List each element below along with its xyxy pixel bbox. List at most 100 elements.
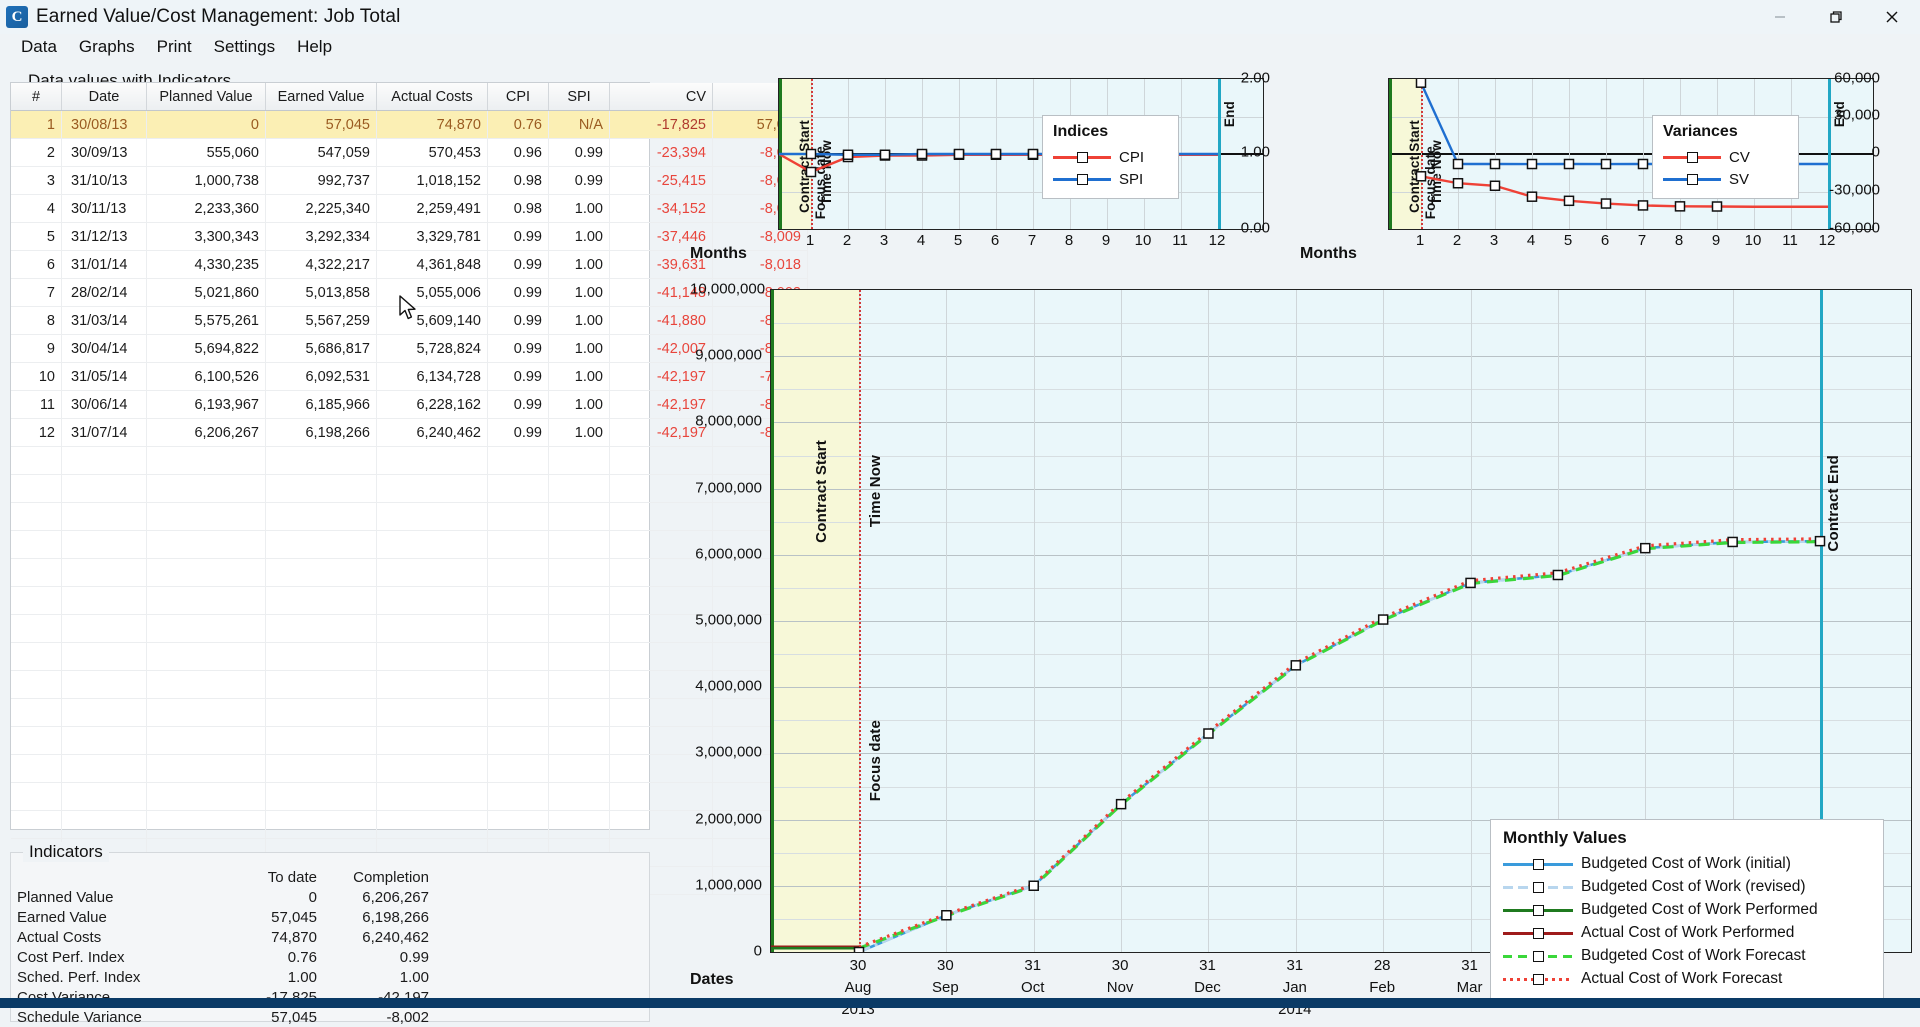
cell-cpi: 0.99 [488, 251, 549, 279]
table-row-empty[interactable] [11, 671, 808, 699]
table-row-empty[interactable] [11, 447, 808, 475]
table-row[interactable]: 230/09/13555,060547,059570,4530.960.99-2… [11, 139, 808, 167]
cell-date: 30/11/13 [62, 195, 147, 223]
cell-date: 30/04/14 [62, 335, 147, 363]
window-controls [1752, 0, 1920, 34]
cell-empty [62, 475, 147, 503]
legend-label: Budgeted Cost of Work (initial) [1581, 855, 1791, 873]
legend-item-sv[interactable]: SV [1663, 168, 1788, 190]
cell-date: 31/12/13 [62, 223, 147, 251]
legend-item-3[interactable]: Actual Cost of Work Performed [1503, 921, 1871, 944]
table-row[interactable]: 1231/07/146,206,2676,198,2666,240,4620.9… [11, 419, 808, 447]
cell-empty [11, 503, 62, 531]
legend-item-4[interactable]: Budgeted Cost of Work Forecast [1503, 944, 1871, 967]
table-row-empty[interactable] [11, 559, 808, 587]
column-header-actual-costs[interactable]: Actual Costs [377, 83, 488, 111]
column-header-spi[interactable]: SPI [549, 83, 610, 111]
indicator-label: Schedule Variance [17, 1007, 213, 1027]
main-ytick: 8,000,000 [690, 413, 762, 430]
cell-empty [266, 447, 377, 475]
cell-empty [377, 643, 488, 671]
indicator-to_date: 1.00 [213, 967, 317, 987]
table-row[interactable]: 728/02/145,021,8605,013,8585,055,0060.99… [11, 279, 808, 307]
legend-label: Actual Cost of Work Forecast [1581, 970, 1782, 988]
cell-empty [266, 531, 377, 559]
table-row[interactable]: 130/08/13057,04574,8700.76N/A-17,82557,0… [11, 111, 808, 139]
table-row-empty[interactable] [11, 755, 808, 783]
legend-item-spi[interactable]: SPI [1053, 168, 1168, 190]
table-row-empty[interactable] [11, 475, 808, 503]
table-row-empty[interactable] [11, 811, 808, 839]
table-row-empty[interactable] [11, 615, 808, 643]
cell-empty [62, 643, 147, 671]
table-row[interactable]: 1130/06/146,193,9676,185,9666,228,1620.9… [11, 391, 808, 419]
cell-ac: 3,329,781 [377, 223, 488, 251]
variances-ytick: 0 [1800, 144, 1880, 161]
table-row-empty[interactable] [11, 587, 808, 615]
xtick-day: 30 [932, 955, 959, 977]
data-grid[interactable]: # Date Planned Value Earned Value Actual… [10, 82, 650, 830]
legend-label-spi: SPI [1119, 171, 1143, 188]
left-panel: Data values with Indicators # Date Plann… [10, 66, 650, 1022]
table-row[interactable]: 831/03/145,575,2615,567,2595,609,1400.99… [11, 307, 808, 335]
legend-item-5[interactable]: Actual Cost of Work Forecast [1503, 967, 1871, 990]
cell-pv: 555,060 [147, 139, 266, 167]
column-header-date[interactable]: Date [62, 83, 147, 111]
table-row-empty[interactable] [11, 783, 808, 811]
cell-empty [488, 559, 549, 587]
data-table: # Date Planned Value Earned Value Actual… [11, 83, 808, 895]
cell-idx: 4 [11, 195, 62, 223]
column-header-earned-value[interactable]: Earned Value [266, 83, 377, 111]
legend-item-2[interactable]: Budgeted Cost of Work Performed [1503, 898, 1871, 921]
xtick-month: Feb [1369, 977, 1395, 999]
cell-pv: 0 [147, 111, 266, 139]
table-row-empty[interactable] [11, 643, 808, 671]
column-header-index[interactable]: # [11, 83, 62, 111]
table-row-empty[interactable] [11, 699, 808, 727]
xtick: 9 [1712, 232, 1720, 249]
cell-empty [11, 755, 62, 783]
menu-item-print[interactable]: Print [146, 36, 203, 58]
legend-item-1[interactable]: Budgeted Cost of Work (revised) [1503, 875, 1871, 898]
indices-ytick: 0.00 [1190, 220, 1270, 237]
column-header-cpi[interactable]: CPI [488, 83, 549, 111]
table-row-empty[interactable] [11, 727, 808, 755]
table-row[interactable]: 430/11/132,233,3602,225,3402,259,4910.98… [11, 195, 808, 223]
cell-pv: 6,193,967 [147, 391, 266, 419]
legend-item-cpi[interactable]: CPI [1053, 146, 1168, 168]
column-header-planned-value[interactable]: Planned Value [147, 83, 266, 111]
xtick: 8 [1065, 232, 1073, 249]
cell-empty [62, 531, 147, 559]
cell-cpi: 0.99 [488, 279, 549, 307]
table-row-empty[interactable] [11, 531, 808, 559]
table-row[interactable]: 331/10/131,000,738992,7371,018,1520.980.… [11, 167, 808, 195]
cell-empty [488, 503, 549, 531]
menu-item-help[interactable]: Help [286, 36, 343, 58]
table-row[interactable]: 531/12/133,300,3433,292,3343,329,7810.99… [11, 223, 808, 251]
restore-icon[interactable] [1808, 0, 1864, 34]
legend-item-cv[interactable]: CV [1663, 146, 1788, 168]
menu-item-graphs[interactable]: Graphs [68, 36, 146, 58]
xtick: 11 [1172, 232, 1188, 249]
cell-empty [266, 755, 377, 783]
cell-empty [488, 447, 549, 475]
cell-empty [266, 559, 377, 587]
cell-empty [549, 755, 610, 783]
indices-xaxis-label: Months [690, 245, 747, 263]
table-row[interactable]: 1031/05/146,100,5266,092,5316,134,7280.9… [11, 363, 808, 391]
table-row[interactable]: 930/04/145,694,8225,686,8175,728,8240.99… [11, 335, 808, 363]
cell-empty [549, 447, 610, 475]
minimize-icon[interactable] [1752, 0, 1808, 34]
table-row[interactable]: 631/01/144,330,2354,322,2174,361,8480.99… [11, 251, 808, 279]
cell-cpi: 0.99 [488, 391, 549, 419]
cell-ev: 6,198,266 [266, 419, 377, 447]
close-icon[interactable] [1864, 0, 1920, 34]
menu-item-settings[interactable]: Settings [203, 36, 286, 58]
legend-item-0[interactable]: Budgeted Cost of Work (initial) [1503, 852, 1871, 875]
indicator-label: Actual Costs [17, 927, 213, 947]
menu-item-data[interactable]: Data [10, 36, 68, 58]
spi-line-icon [1053, 172, 1111, 186]
table-row-empty[interactable] [11, 503, 808, 531]
cell-spi: 1.00 [549, 279, 610, 307]
indicator-label: Cost Perf. Index [17, 947, 213, 967]
